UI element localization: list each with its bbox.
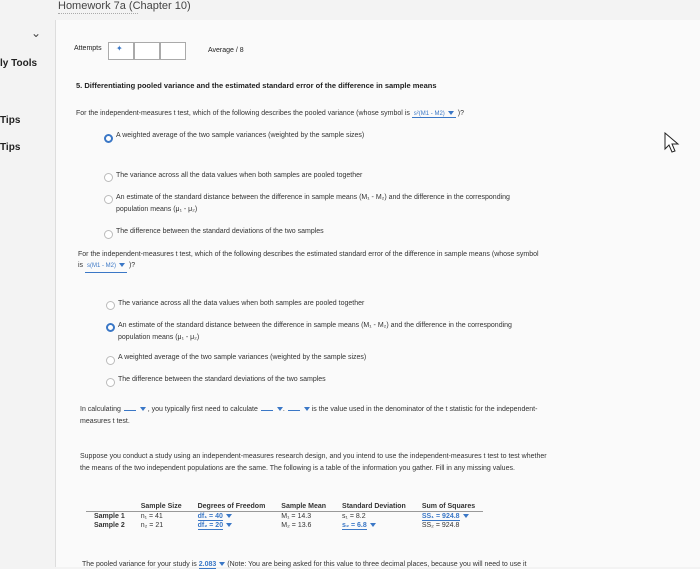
- dropdown-arrow-icon: [369, 523, 376, 528]
- row-label: Sample 1: [94, 513, 125, 520]
- diamond-icon: ✦: [116, 44, 123, 53]
- table-row: Sample 2 n₂ = 21 df₂ = 20 M₂ = 13.6 s₂ =…: [86, 521, 483, 530]
- ss-dropdown[interactable]: SS₁ = 924.8: [421, 513, 460, 521]
- df-dropdown[interactable]: df₂ = 20: [197, 522, 224, 530]
- ss-cell[interactable]: SS₁ = 924.8: [414, 512, 483, 521]
- q1-option-3-radio[interactable]: [104, 195, 113, 204]
- table-header: Standard Deviation: [334, 503, 414, 512]
- average-label: Average / 8: [208, 47, 244, 54]
- mean-cell: M₂ = 13.6: [281, 522, 312, 529]
- q2-option-4-radio[interactable]: [106, 378, 115, 387]
- row-label: Sample 2: [94, 522, 125, 529]
- table-header: Sum of Squares: [413, 503, 484, 512]
- sample-size-cell: n₁ = 41: [140, 513, 163, 520]
- question-panel: Attempts ✦ Average / 8 5. Differentiatin…: [55, 20, 700, 569]
- scenario-line-2: the means of the two independent populat…: [80, 465, 515, 472]
- sd-cell[interactable]: s₂ = 6.8: [334, 521, 414, 530]
- table-header: Degrees of Freedom: [189, 503, 274, 512]
- ss-cell: SS₂ = 924.8: [421, 522, 460, 529]
- dropdown-arrow-icon: [447, 111, 454, 116]
- dropdown-arrow-icon: [225, 514, 232, 519]
- dropdown-arrow-icon[interactable]: [303, 407, 310, 412]
- fill-part-1: In calculating: [80, 406, 121, 413]
- dropdown-arrow-icon[interactable]: [139, 407, 146, 412]
- scenario-line-1: Suppose you conduct a study using an ind…: [80, 453, 547, 460]
- sidebar-item-tips-2[interactable]: Tips: [0, 142, 55, 153]
- sample-size-cell: n₂ = 21: [140, 522, 164, 529]
- dropdown-arrow-icon[interactable]: [219, 562, 226, 567]
- q1-symbol: s²(M1 - M2): [413, 111, 445, 117]
- dropdown-arrow-icon: [462, 514, 469, 519]
- q2-option-2-cont: population means (μ₁ - μ₂): [118, 334, 200, 341]
- top-bar: Homework 7a (Chapter 10): [0, 0, 700, 20]
- attempts-box-2: [134, 42, 160, 60]
- sidebar-item-tools[interactable]: ly Tools: [0, 58, 55, 69]
- table-header: Sample Size: [132, 503, 190, 512]
- q2-prompt-text: For the independent-measures t test, whi…: [78, 251, 539, 258]
- df-cell[interactable]: df₂ = 20: [190, 521, 274, 530]
- q2-symbol-dropdown[interactable]: s(M1 - M2): [85, 261, 128, 273]
- q1-option-2[interactable]: The variance across all the data values …: [116, 170, 362, 182]
- fill-dropdown-1[interactable]: [123, 410, 136, 411]
- mean-cell: M₁ = 14.3: [281, 513, 312, 520]
- fill-part-2: , you typically first need to calculate: [147, 406, 258, 413]
- q2-prompt: For the independent-measures t test, whi…: [78, 249, 648, 273]
- dropdown-arrow-icon: [119, 263, 126, 268]
- q2-prompt-end: )?: [128, 262, 136, 269]
- cursor-arrow-icon: [664, 132, 680, 153]
- fill-in-sentence: In calculating , you typically first nee…: [80, 404, 640, 428]
- df-cell[interactable]: df₁ = 40: [190, 512, 274, 521]
- table-header: [86, 503, 133, 512]
- q1-prompt-text: For the independent-measures t test, whi…: [76, 110, 410, 117]
- q2-option-3[interactable]: A weighted average of the two sample var…: [118, 352, 366, 364]
- attempts-label: Attempts: [74, 45, 102, 52]
- q1-prompt: For the independent-measures t test, whi…: [76, 110, 464, 118]
- sd-dropdown[interactable]: s₂ = 6.8: [342, 522, 367, 530]
- q1-symbol-dropdown[interactable]: s²(M1 - M2): [411, 111, 456, 118]
- q1-prompt-end: )?: [457, 110, 464, 117]
- scenario-text: Suppose you conduct a study using an ind…: [80, 451, 640, 475]
- q2-option-1[interactable]: The variance across all the data values …: [118, 298, 364, 310]
- q2-option-2[interactable]: An estimate of the standard distance bet…: [118, 320, 512, 332]
- df-dropdown[interactable]: df₁ = 40: [197, 513, 223, 521]
- homework-title: Homework 7a (Chapter 10): [58, 0, 191, 12]
- q2-prompt-is: is: [78, 262, 84, 269]
- q1-option-3[interactable]: An estimate of the standard distance bet…: [116, 192, 510, 204]
- fill-dropdown-2[interactable]: [260, 410, 273, 411]
- q1-option-1[interactable]: A weighted average of the two sample var…: [116, 130, 364, 142]
- sidebar-item-tips-1[interactable]: Tips: [0, 115, 55, 126]
- fill-part-4: is the value used in the denominator of …: [311, 406, 538, 413]
- table-header: Sample Mean: [273, 503, 335, 512]
- q2-option-4[interactable]: The difference between the standard devi…: [118, 374, 326, 386]
- q2-option-2-radio[interactable]: [106, 323, 115, 332]
- fill-line-2: measures t test.: [80, 418, 130, 425]
- fill-dropdown-3[interactable]: [287, 410, 300, 411]
- table-header-row: Sample Size Degrees of Freedom Sample Me…: [86, 503, 484, 512]
- dropdown-arrow-icon: [226, 523, 233, 528]
- pooled-value-dropdown[interactable]: 2.083: [198, 561, 217, 569]
- title-underline: [58, 13, 138, 17]
- q2-symbol: s(M1 - M2): [87, 263, 117, 269]
- q1-option-1-radio[interactable]: [104, 134, 113, 143]
- q1-option-3-cont: population means (μ₁ - μ₂): [116, 206, 198, 213]
- attempts-box-3: [160, 42, 186, 60]
- table-row: Sample 1 n₁ = 41 df₁ = 40 M₁ = 14.3 s₁ =…: [86, 512, 483, 521]
- q1-option-4-radio[interactable]: [104, 230, 113, 239]
- sd-cell: s₁ = 8.2: [342, 513, 366, 520]
- q1-option-4[interactable]: The difference between the standard devi…: [116, 226, 324, 238]
- info-table: Sample Size Degrees of Freedom Sample Me…: [86, 503, 484, 530]
- q2-option-1-radio[interactable]: [106, 301, 115, 310]
- chevron-down-icon[interactable]: ⌄: [31, 26, 41, 40]
- section-title: 5. Differentiating pooled variance and t…: [76, 81, 437, 90]
- fill-part-3: .: [282, 406, 285, 413]
- q1-option-2-radio[interactable]: [104, 173, 113, 182]
- q2-option-3-radio[interactable]: [106, 356, 115, 365]
